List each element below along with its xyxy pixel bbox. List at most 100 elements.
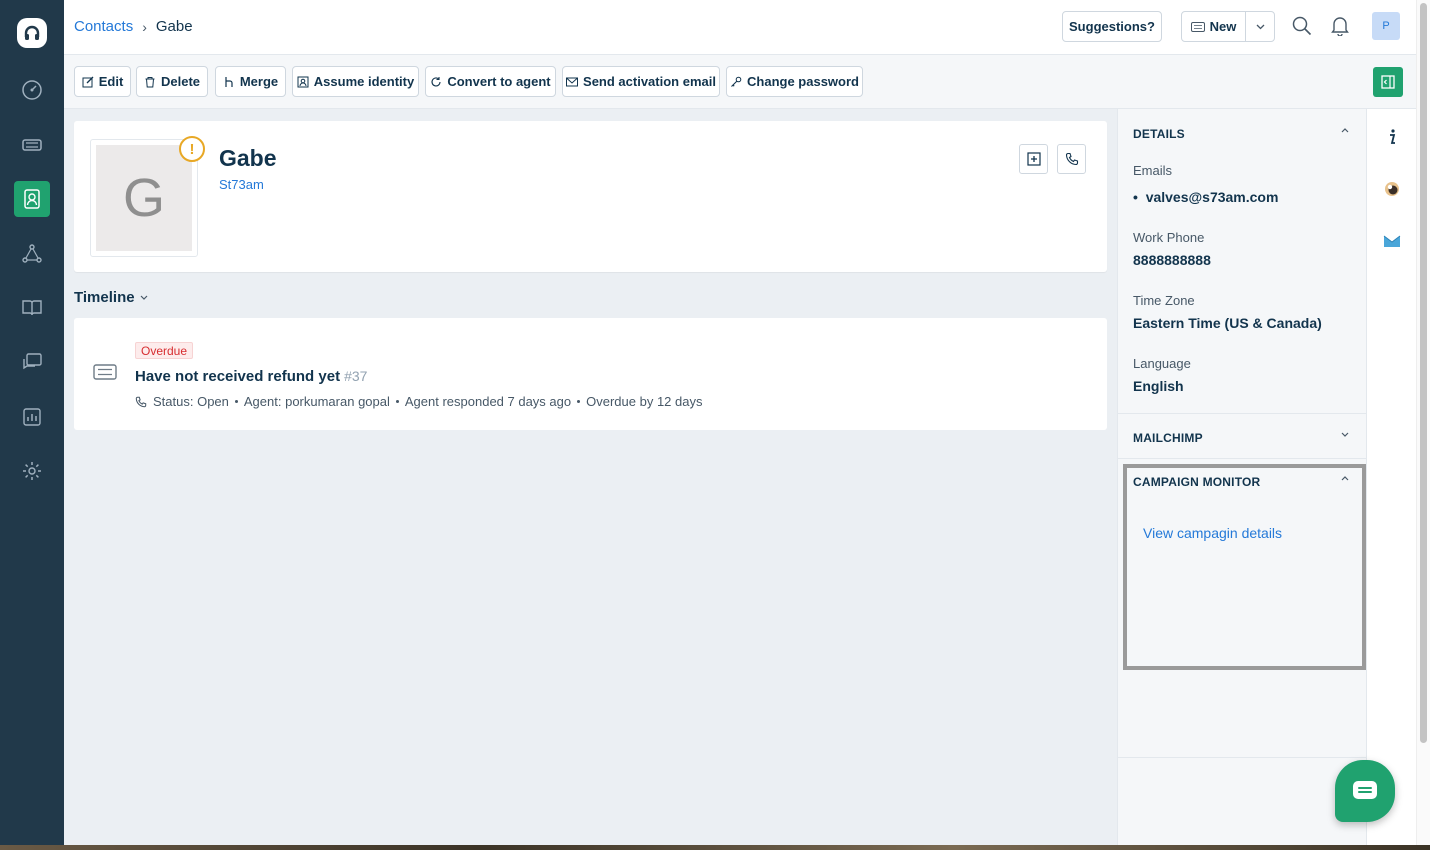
nav-solutions[interactable] — [14, 290, 50, 326]
apps-rail — [1366, 109, 1416, 850]
campaign-monitor-icon — [1383, 235, 1401, 247]
warning-icon[interactable]: ! — [179, 136, 205, 162]
contact-profile-card: G ! Gabe St73am — [74, 121, 1107, 272]
search-icon — [1292, 16, 1312, 36]
convert-to-agent-button[interactable]: Convert to agent — [425, 66, 556, 97]
trash-icon — [145, 76, 155, 87]
breadcrumb-chevron-icon: › — [142, 18, 147, 35]
divider — [1118, 458, 1366, 459]
ticket-title: Have not received refund yet #37 — [135, 368, 367, 385]
identity-icon — [297, 76, 309, 87]
merge-button[interactable]: Merge — [215, 66, 286, 97]
ticket-overdue-duration: Overdue by 12 days — [586, 394, 703, 409]
send-activation-email-label: Send activation email — [583, 74, 716, 89]
notifications-button[interactable] — [1329, 15, 1351, 37]
campaign-monitor-app-button[interactable] — [1382, 231, 1402, 251]
ticket-icon — [93, 364, 117, 380]
chevron-up-icon[interactable] — [1340, 126, 1350, 136]
nav-reports[interactable] — [14, 399, 50, 435]
page-scrollbar[interactable] — [1416, 0, 1430, 850]
divider — [1118, 757, 1366, 758]
chevron-up-icon[interactable] — [1340, 474, 1350, 484]
ticket-status: Status: Open — [153, 394, 229, 409]
assume-identity-button[interactable]: Assume identity — [292, 66, 419, 97]
user-avatar[interactable]: P — [1372, 12, 1400, 40]
info-icon — [1390, 129, 1396, 144]
social-icon — [22, 244, 42, 263]
details-section-header[interactable]: DETAILS — [1133, 127, 1185, 141]
merge-label: Merge — [239, 74, 279, 89]
contact-name: Gabe — [219, 145, 277, 171]
nav-tickets[interactable] — [14, 127, 50, 163]
separator-dot — [395, 400, 399, 403]
campaign-monitor-highlight — [1123, 464, 1366, 670]
plus-square-icon — [1026, 152, 1041, 166]
campaign-monitor-section-header[interactable]: CAMPAIGN MONITOR — [1133, 475, 1260, 489]
contact-details-sidebar: DETAILS Emails • valves@s73am.com Work P… — [1117, 109, 1366, 850]
mailchimp-icon — [1385, 182, 1399, 196]
send-activation-email-button[interactable]: Send activation email — [562, 66, 720, 97]
dashboard-icon — [22, 80, 42, 100]
suggestions-button[interactable]: Suggestions? — [1062, 11, 1162, 42]
new-dropdown-toggle[interactable] — [1246, 12, 1274, 41]
phone-icon — [1065, 152, 1078, 166]
ticket-small-icon — [1190, 21, 1205, 32]
contact-company-link[interactable]: St73am — [219, 177, 264, 192]
assume-identity-label: Assume identity — [313, 74, 415, 89]
work-phone-label: Work Phone — [1133, 230, 1205, 245]
nav-social[interactable] — [14, 236, 50, 272]
ticket-number: #37 — [344, 368, 368, 384]
overdue-badge: Overdue — [135, 342, 194, 359]
call-button[interactable] — [1057, 144, 1086, 174]
search-button[interactable] — [1291, 15, 1313, 37]
key-icon — [731, 76, 742, 87]
ticket-subject-link[interactable]: Have not received refund yet — [135, 368, 340, 385]
chat-widget-button[interactable] — [1335, 760, 1395, 822]
tickets-icon — [22, 139, 42, 151]
new-button[interactable]: New — [1182, 12, 1246, 41]
work-phone-value: 8888888888 — [1133, 252, 1211, 268]
freshdesk-logo-icon[interactable] — [17, 18, 47, 48]
ticket-responded: Agent responded 7 days ago — [404, 394, 572, 409]
nav-dashboard[interactable] — [14, 72, 50, 108]
merge-icon — [225, 76, 233, 87]
nav-contacts[interactable] — [14, 181, 50, 217]
email-text: valves@s73am.com — [1145, 189, 1279, 205]
timeline-dropdown[interactable]: Timeline — [74, 289, 148, 306]
change-password-button[interactable]: Change password — [726, 66, 863, 97]
separator-dot — [234, 400, 238, 403]
chevron-down-icon — [1256, 24, 1264, 29]
nav-admin[interactable] — [14, 453, 50, 489]
bell-icon — [1331, 17, 1349, 36]
sidebar-toggle-button[interactable] — [1373, 67, 1403, 97]
delete-button[interactable]: Delete — [136, 66, 208, 97]
forums-icon — [23, 353, 42, 370]
contact-main-area: G ! Gabe St73am Timeline Overdue Have no… — [64, 109, 1117, 850]
edit-button[interactable]: Edit — [74, 66, 131, 97]
breadcrumb-contacts-link[interactable]: Contacts — [74, 18, 133, 35]
timeline-label: Timeline — [74, 289, 135, 306]
scrollbar-thumb[interactable] — [1420, 3, 1427, 743]
add-to-button[interactable] — [1019, 144, 1048, 174]
view-campaign-details-link[interactable]: View campagin details — [1143, 525, 1282, 541]
nav-forums[interactable] — [14, 344, 50, 380]
chevron-down-icon[interactable] — [1340, 429, 1350, 439]
time-zone-label: Time Zone — [1133, 293, 1195, 308]
chat-icon — [1353, 781, 1377, 799]
reports-icon — [23, 408, 41, 426]
mailchimp-section-header[interactable]: MAILCHIMP — [1133, 431, 1203, 445]
timeline-ticket-item[interactable]: Overdue Have not received refund yet #37 … — [74, 318, 1107, 430]
edit-label: Edit — [98, 74, 124, 89]
contacts-icon — [24, 189, 40, 209]
contact-action-bar: Edit Delete Merge Assume identity Conver… — [64, 55, 1430, 109]
desktop-background-strip — [0, 845, 1430, 850]
left-navigation — [0, 0, 64, 850]
info-app-button[interactable] — [1382, 127, 1402, 147]
new-button-label: New — [1209, 19, 1237, 34]
language-label: Language — [1133, 356, 1191, 371]
delete-label: Delete — [160, 74, 201, 89]
solutions-icon — [22, 300, 42, 316]
contact-avatar-initial: G — [96, 145, 192, 251]
divider — [1118, 413, 1366, 414]
mailchimp-app-button[interactable] — [1382, 179, 1402, 199]
